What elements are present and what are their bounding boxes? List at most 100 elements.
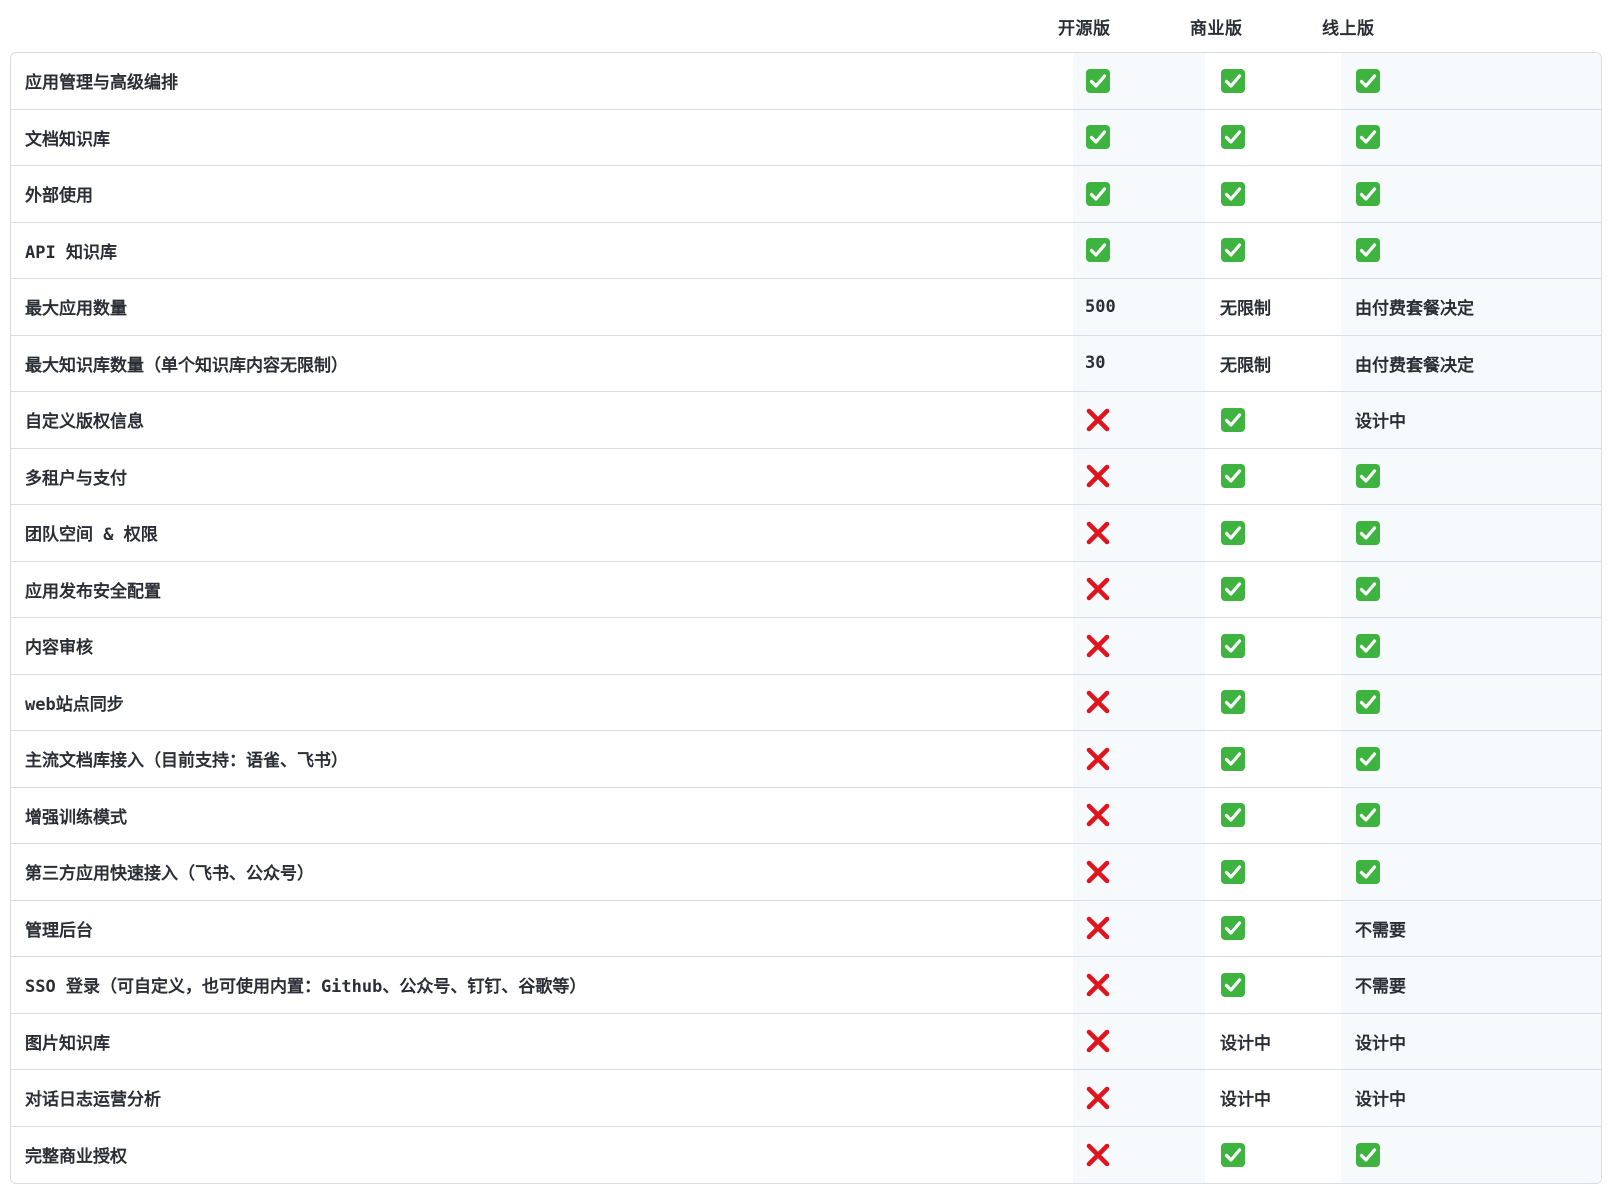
cross-icon xyxy=(1085,1085,1111,1111)
cell-value: 由付费套餐决定 xyxy=(1355,299,1474,320)
checkmark-icon xyxy=(1085,124,1111,150)
cell-commercial xyxy=(1220,449,1246,505)
cell-online xyxy=(1355,731,1381,787)
cell-open-source xyxy=(1085,166,1111,222)
cell-open-source xyxy=(1085,392,1111,448)
cell-open-source xyxy=(1085,844,1111,900)
edition-comparison-table: 开源版 商业版 线上版 应用管理与高级编排 文档知识库 外部使用 API 知识库 最大应… xyxy=(10,0,1602,1184)
table-row: SSO 登录（可自定义，也可使用内置：Github、公众号、钉钉、谷歌等） 不需要 xyxy=(11,957,1601,1014)
cell-value: 30 xyxy=(1085,353,1106,374)
table-row: 内容审核 xyxy=(11,618,1601,675)
checkmark-icon xyxy=(1220,237,1246,263)
cell-online-text: 由付费套餐决定 xyxy=(1355,279,1474,335)
checkmark-icon xyxy=(1220,520,1246,546)
cell-commercial xyxy=(1220,731,1246,787)
cross-icon xyxy=(1085,915,1111,941)
cell-open-source xyxy=(1085,675,1111,731)
table-row: 完整商业授权 xyxy=(11,1126,1601,1184)
checkmark-icon xyxy=(1355,181,1381,207)
cell-commercial xyxy=(1220,957,1246,1013)
cross-icon xyxy=(1085,972,1111,998)
cross-icon xyxy=(1085,802,1111,828)
feature-name: 外部使用 xyxy=(25,186,93,207)
table-row: 第三方应用快速接入（飞书、公众号） xyxy=(11,844,1601,901)
cell-online-text: 不需要 xyxy=(1355,957,1406,1013)
table-row: API 知识库 xyxy=(11,222,1601,279)
checkmark-icon xyxy=(1355,1142,1381,1168)
cross-icon xyxy=(1085,1142,1111,1168)
cell-open-source-text: 500 xyxy=(1085,279,1116,335)
feature-name: 应用发布安全配置 xyxy=(25,581,161,602)
cell-open-source xyxy=(1085,901,1111,957)
cell-online xyxy=(1355,844,1381,900)
feature-name: API 知识库 xyxy=(25,242,117,263)
checkmark-icon xyxy=(1220,859,1246,885)
feature-name: 多租户与支付 xyxy=(25,468,127,489)
checkmark-icon xyxy=(1220,746,1246,772)
checkmark-icon xyxy=(1220,181,1246,207)
table-row: 增强训练模式 xyxy=(11,787,1601,844)
cell-commercial xyxy=(1220,562,1246,618)
column-header-commercial: 商业版 xyxy=(1190,19,1243,39)
feature-name: 对话日志运营分析 xyxy=(25,1090,161,1111)
cell-commercial xyxy=(1220,675,1246,731)
cell-value: 设计中 xyxy=(1355,1090,1406,1111)
feature-name: 最大应用数量 xyxy=(25,299,127,320)
table-row: 对话日志运营分析 设计中 设计中 xyxy=(11,1070,1601,1127)
cell-online-text: 由付费套餐决定 xyxy=(1355,336,1474,392)
table-row: 图片知识库 设计中 设计中 xyxy=(11,1013,1601,1070)
cell-online xyxy=(1355,223,1381,279)
cell-online xyxy=(1355,618,1381,674)
table-row: 最大应用数量 500 无限制 由付费套餐决定 xyxy=(11,279,1601,336)
cell-commercial xyxy=(1220,901,1246,957)
cell-value: 不需要 xyxy=(1355,920,1406,941)
checkmark-icon xyxy=(1085,181,1111,207)
checkmark-icon xyxy=(1220,972,1246,998)
cell-online-text: 设计中 xyxy=(1355,392,1406,448)
checkmark-icon xyxy=(1355,520,1381,546)
checkmark-icon xyxy=(1220,1142,1246,1168)
cell-open-source xyxy=(1085,110,1111,166)
cell-commercial xyxy=(1220,1127,1246,1184)
column-header-open-source: 开源版 xyxy=(1058,19,1111,39)
cell-open-source-text: 30 xyxy=(1085,336,1105,392)
table-row: 自定义版权信息 设计中 xyxy=(11,392,1601,449)
feature-name: 团队空间 & 权限 xyxy=(25,525,158,546)
checkmark-icon xyxy=(1355,68,1381,94)
cell-commercial xyxy=(1220,223,1246,279)
cell-value: 设计中 xyxy=(1355,1033,1406,1054)
cross-icon xyxy=(1085,520,1111,546)
checkmark-icon xyxy=(1355,802,1381,828)
cell-value: 500 xyxy=(1085,296,1116,317)
cross-icon xyxy=(1085,746,1111,772)
checkmark-icon xyxy=(1220,915,1246,941)
cell-online xyxy=(1355,53,1381,109)
cell-open-source xyxy=(1085,223,1111,279)
feature-name: 自定义版权信息 xyxy=(25,412,144,433)
cell-open-source xyxy=(1085,1014,1111,1070)
cell-commercial xyxy=(1220,788,1246,844)
cross-icon xyxy=(1085,633,1111,659)
table-row: 管理后台 不需要 xyxy=(11,900,1601,957)
checkmark-icon xyxy=(1220,463,1246,489)
checkmark-icon xyxy=(1220,124,1246,150)
checkmark-icon xyxy=(1355,237,1381,263)
cell-value: 设计中 xyxy=(1220,1033,1271,1054)
cell-commercial xyxy=(1220,110,1246,166)
checkmark-icon xyxy=(1220,689,1246,715)
feature-name: 最大知识库数量（单个知识库内容无限制） xyxy=(25,355,348,376)
cell-online xyxy=(1355,110,1381,166)
checkmark-icon xyxy=(1355,576,1381,602)
cross-icon xyxy=(1085,859,1111,885)
cell-open-source xyxy=(1085,788,1111,844)
cell-online xyxy=(1355,166,1381,222)
cell-online xyxy=(1355,505,1381,561)
cell-commercial-text: 设计中 xyxy=(1220,1070,1271,1126)
checkmark-icon xyxy=(1355,746,1381,772)
checkmark-icon xyxy=(1220,633,1246,659)
cell-open-source xyxy=(1085,562,1111,618)
table-row: 团队空间 & 权限 xyxy=(11,505,1601,562)
cell-open-source xyxy=(1085,957,1111,1013)
checkmark-icon xyxy=(1355,633,1381,659)
cell-open-source xyxy=(1085,1070,1111,1126)
